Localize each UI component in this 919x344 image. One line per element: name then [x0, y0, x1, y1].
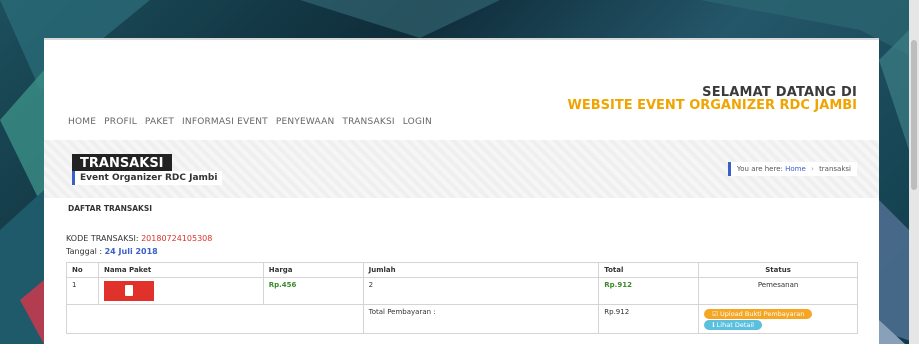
- cell-status: Pemesanan: [698, 277, 858, 305]
- transaction-date: Tanggal : 24 Juli 2018: [66, 247, 158, 256]
- cell-jumlah: 2: [362, 277, 600, 305]
- transaction-code-label: KODE TRANSAKSI:: [66, 234, 139, 243]
- page-title-band: TRANSAKSI Event Organizer RDC Jambi You …: [44, 140, 879, 198]
- column-header-status: Status: [698, 262, 858, 278]
- cell-nama-paket: [97, 277, 264, 305]
- table-row: 1 Rp.456 2 Rp.912 Pemesanan: [66, 277, 858, 305]
- footer-empty-cell: [66, 304, 364, 334]
- page-subtitle: Event Organizer RDC Jambi: [72, 171, 223, 185]
- site-header: SELAMAT DATANG DI WEBSITE EVENT ORGANIZE…: [44, 40, 879, 138]
- column-header-harga: Harga: [262, 262, 364, 278]
- cell-no: 1: [66, 277, 99, 305]
- breadcrumb-home-link[interactable]: Home: [785, 165, 806, 173]
- cell-total: Rp.912: [598, 277, 700, 305]
- nav-item-paket[interactable]: PAKET: [145, 117, 174, 127]
- site-name-heading: WEBSITE EVENT ORGANIZER RDC JAMBI: [567, 98, 858, 113]
- column-header-nama-paket: Nama Paket: [97, 262, 264, 278]
- nav-item-profil[interactable]: PROFIL: [104, 117, 137, 127]
- transaction-code: KODE TRANSAKSI: 20180724105308: [66, 234, 212, 243]
- scrollbar-thumb[interactable]: [911, 40, 917, 190]
- view-detail-button[interactable]: ℹ Lihat Detail: [704, 320, 762, 330]
- column-header-total: Total: [598, 262, 700, 278]
- transaction-date-label: Tanggal :: [66, 247, 103, 256]
- nav-item-transaksi[interactable]: TRANSAKSI: [342, 117, 394, 127]
- column-header-no: No: [66, 262, 99, 278]
- column-header-jumlah: Jumlah: [362, 262, 600, 278]
- breadcrumb-prefix: You are here:: [736, 165, 783, 173]
- main-nav: HOME PROFIL PAKET INFORMASI EVENT PENYEW…: [68, 117, 432, 127]
- transaction-code-value: 20180724105308: [141, 234, 213, 243]
- section-title: DAFTAR TRANSAKSI: [68, 204, 153, 213]
- total-payment-label: Total Pembayaran :: [362, 304, 600, 334]
- cell-harga: Rp.456: [262, 277, 364, 305]
- breadcrumb: You are here: Home › transaksi: [727, 162, 857, 176]
- page-scrollbar[interactable]: [909, 0, 919, 344]
- paket-thumbnail-icon: [103, 281, 154, 301]
- breadcrumb-separator: ›: [811, 165, 814, 173]
- nav-item-informasi-event[interactable]: INFORMASI EVENT: [182, 117, 268, 127]
- page-container: SELAMAT DATANG DI WEBSITE EVENT ORGANIZE…: [44, 38, 879, 344]
- transaction-date-value: 24 Juli 2018: [104, 247, 158, 256]
- transaction-table: No Nama Paket Harga Jumlah Total Status …: [66, 262, 858, 334]
- total-payment-value: Rp.912: [598, 304, 700, 334]
- action-cell: ☑ Upload Bukti Pembayaran ℹ Lihat Detail: [698, 304, 858, 334]
- nav-item-penyewaan[interactable]: PENYEWAAN: [276, 117, 335, 127]
- nav-item-login[interactable]: LOGIN: [403, 117, 432, 127]
- nav-item-home[interactable]: HOME: [68, 117, 96, 127]
- table-footer-row: Total Pembayaran : Rp.912 ☑ Upload Bukti…: [66, 304, 858, 334]
- upload-proof-button[interactable]: ☑ Upload Bukti Pembayaran: [704, 309, 813, 319]
- table-header-row: No Nama Paket Harga Jumlah Total Status: [66, 262, 858, 278]
- breadcrumb-current: transaksi: [819, 165, 851, 173]
